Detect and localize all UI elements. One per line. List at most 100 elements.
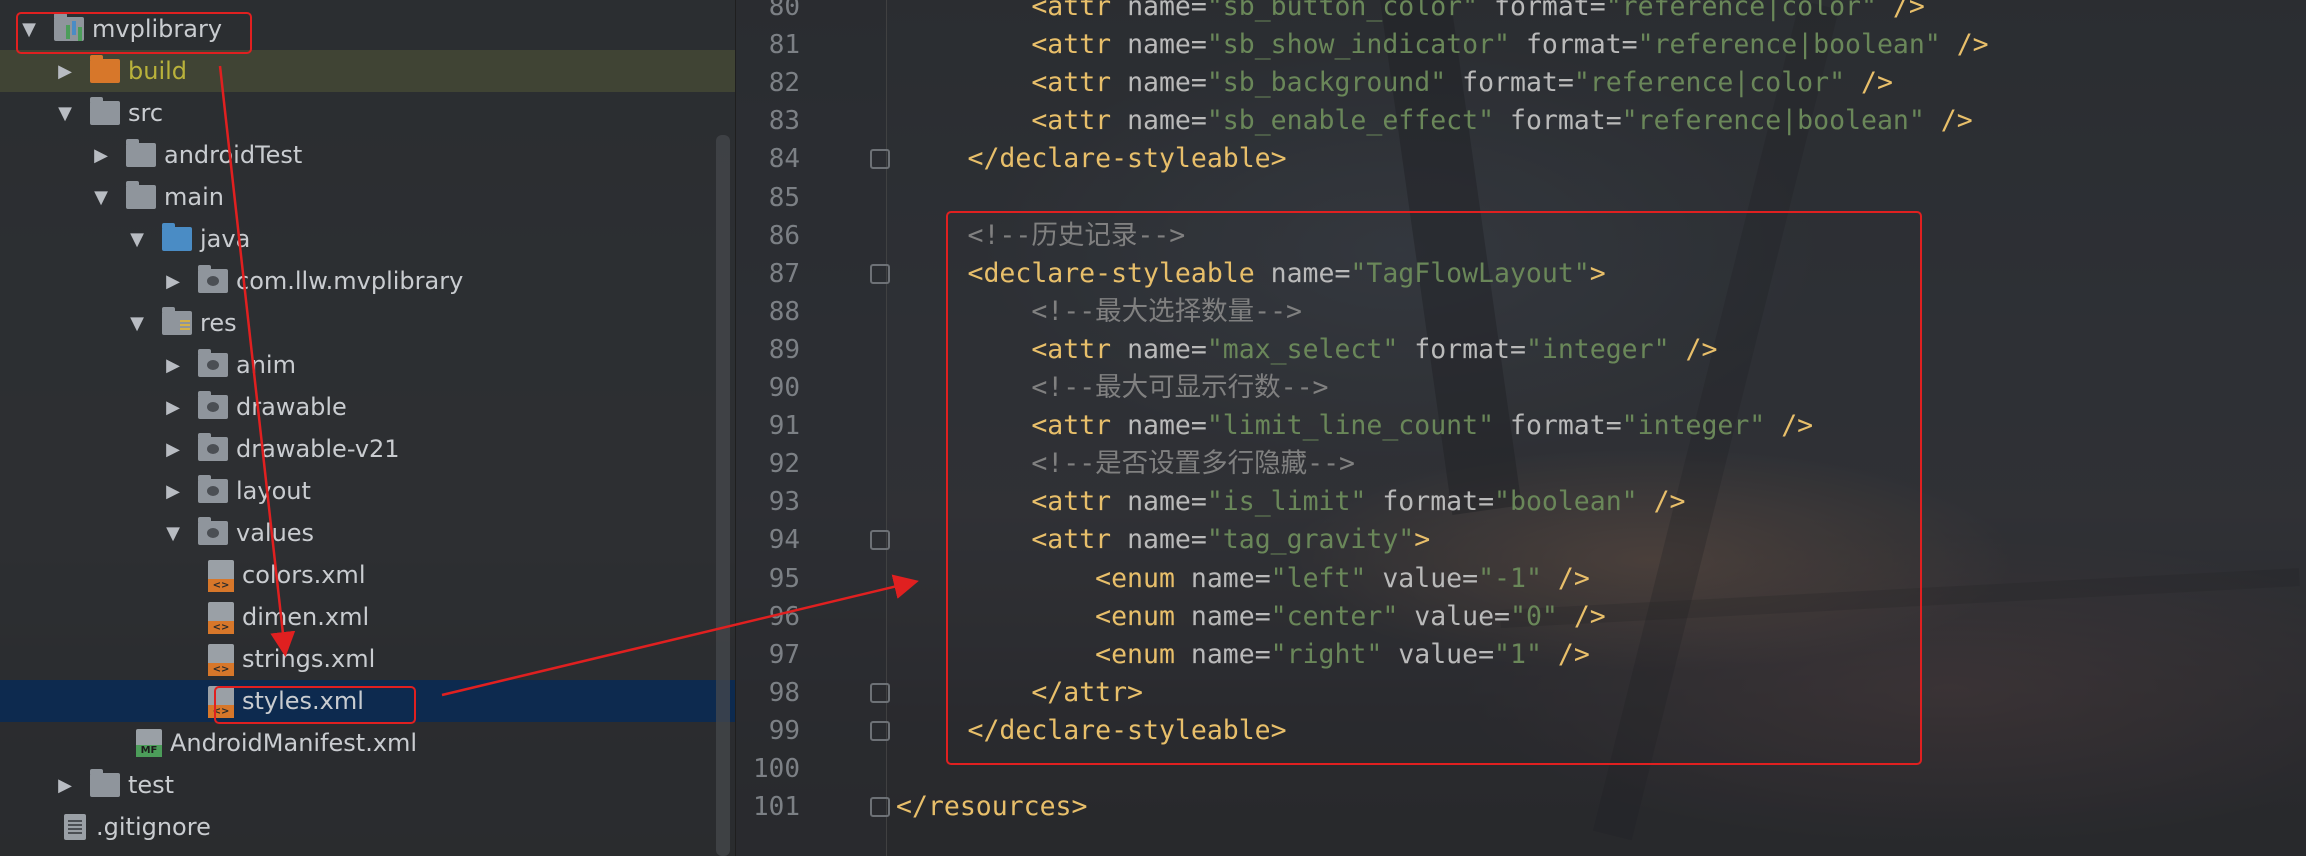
project-panel: ▼ mvplibrary ▶ build ▼ src ▶ androidTest ▼ main ▼ j… [0, 0, 736, 856]
code-token: format= [1509, 29, 1638, 61]
tree-item-label: src [128, 99, 164, 127]
code-token: "reference|color" [1605, 0, 1877, 22]
expand-arrow-icon[interactable]: ▼ [90, 185, 112, 209]
tree-item[interactable]: ▼ res [0, 302, 735, 344]
code-line: <attr name="sb_show_indicator" format="r… [968, 26, 1989, 64]
tree-item[interactable]: ▶ build [0, 50, 735, 92]
tree-item[interactable]: ▶ com.llw.mvplibrary [0, 260, 735, 302]
text-file-icon [64, 814, 86, 840]
tree-item[interactable]: ▼ values [0, 512, 735, 554]
tree-item[interactable]: ▼ src [0, 92, 735, 134]
fold-marker-icon[interactable] [870, 263, 890, 284]
line-number: 85 [768, 182, 800, 213]
tree-item[interactable]: ▶ drawable-v21 [0, 428, 735, 470]
collapse-arrow-icon[interactable]: ▶ [162, 353, 184, 377]
expand-arrow-icon[interactable]: ▼ [126, 227, 148, 251]
collapse-arrow-icon[interactable]: ▶ [54, 773, 76, 797]
collapse-arrow-icon[interactable]: ▶ [162, 479, 184, 503]
tree-item[interactable]: dimen.xml [0, 596, 735, 638]
line-number: 81 [768, 30, 800, 61]
code-token: <attr [1031, 105, 1128, 137]
package-icon [198, 433, 228, 461]
xml-file-icon [208, 644, 234, 676]
expand-arrow-icon[interactable]: ▼ [126, 311, 148, 335]
line-number: 100 [753, 754, 800, 784]
tree-item-label: java [200, 225, 251, 253]
fold-marker-icon[interactable] [870, 720, 890, 741]
fold-marker-icon[interactable] [870, 797, 890, 818]
code-token: <attr [1031, 67, 1128, 99]
tree-item[interactable]: colors.xml [0, 554, 735, 596]
line-number: 95 [768, 563, 800, 594]
package-icon [198, 391, 228, 419]
folder-orange-icon [90, 55, 120, 83]
folder-blue-icon [162, 223, 192, 251]
code-token: </resources> [896, 791, 1088, 823]
tree-item[interactable]: ▶ test [0, 764, 735, 806]
line-number: 83 [768, 106, 800, 137]
code-token: format= [1494, 105, 1622, 137]
package-icon [198, 265, 228, 293]
fold-marker-icon[interactable] [870, 682, 890, 703]
code-token: /> [1940, 29, 1989, 61]
collapse-arrow-icon[interactable]: ▶ [54, 59, 76, 83]
folder-icon [90, 769, 120, 797]
folder-icon [126, 139, 156, 167]
line-number: 82 [768, 68, 800, 99]
tree-item[interactable]: strings.xml [0, 638, 735, 680]
tree-item-label: drawable [236, 393, 347, 421]
code-token: "reference|boolean" [1621, 105, 1925, 137]
package-icon [198, 349, 228, 377]
tree-item[interactable]: .gitignore [0, 806, 735, 848]
code-line: <attr name="sb_background" format="refer… [968, 64, 1893, 102]
tree-item[interactable]: ▼ java [0, 218, 735, 260]
line-number: 96 [768, 601, 800, 632]
collapse-arrow-icon[interactable]: ▶ [162, 395, 184, 419]
fold-marker-icon[interactable] [870, 149, 890, 170]
collapse-arrow-icon[interactable]: ▶ [162, 437, 184, 461]
code-token: /> [1876, 0, 1925, 22]
tree-item-label: AndroidManifest.xml [170, 729, 418, 757]
tree-item[interactable]: ▶ layout [0, 470, 735, 512]
fold-marker-icon[interactable] [870, 530, 890, 551]
tree-item-label: anim [236, 351, 296, 379]
code-line: </declare-styleable> [968, 140, 1287, 178]
code-token: "reference|color" [1573, 67, 1846, 99]
tree-item[interactable]: ▼ main [0, 176, 735, 218]
expand-arrow-icon[interactable]: ▼ [162, 521, 184, 545]
line-number: 87 [768, 258, 800, 289]
line-number: 92 [768, 449, 800, 480]
tree-item[interactable]: ▶ androidTest [0, 134, 735, 176]
code-token: /> [1845, 67, 1893, 99]
line-number: 101 [753, 792, 800, 823]
code-token: "reference|boolean" [1637, 29, 1941, 61]
code-line: <attr name="sb_button_color" format="ref… [968, 0, 1925, 26]
tree-item-label: layout [236, 477, 311, 505]
code-token: /> [1924, 105, 1973, 137]
expand-arrow-icon[interactable]: ▼ [54, 101, 76, 125]
line-number: 86 [768, 220, 800, 251]
code-token: <attr [1031, 29, 1128, 61]
code-token: format= [1446, 67, 1574, 99]
line-number: 98 [768, 677, 800, 708]
collapse-arrow-icon[interactable]: ▶ [90, 143, 112, 167]
tree-item[interactable]: ▶ anim [0, 344, 735, 386]
line-number: 99 [768, 715, 800, 746]
code-token: <attr [1031, 0, 1128, 22]
code-token: "sb_show_indicator" [1206, 29, 1510, 61]
line-number: 84 [768, 144, 800, 175]
code-token: "sb_enable_effect" [1206, 105, 1495, 137]
highlight-box-styles-xml [214, 686, 416, 724]
tree-item-label: build [128, 57, 188, 85]
package-icon [198, 475, 228, 503]
line-number: 97 [768, 639, 800, 670]
project-scrollbar[interactable] [716, 135, 730, 856]
line-number: 93 [768, 487, 800, 518]
tree-item[interactable]: AndroidManifest.xml [0, 722, 735, 764]
code-line: <attr name="sb_enable_effect" format="re… [968, 102, 1973, 140]
tree-item-label: dimen.xml [242, 603, 370, 631]
collapse-arrow-icon[interactable]: ▶ [162, 269, 184, 293]
code-token: "sb_button_color" [1206, 0, 1479, 22]
tree-item-label: com.llw.mvplibrary [236, 267, 464, 295]
tree-item[interactable]: ▶ drawable [0, 386, 735, 428]
